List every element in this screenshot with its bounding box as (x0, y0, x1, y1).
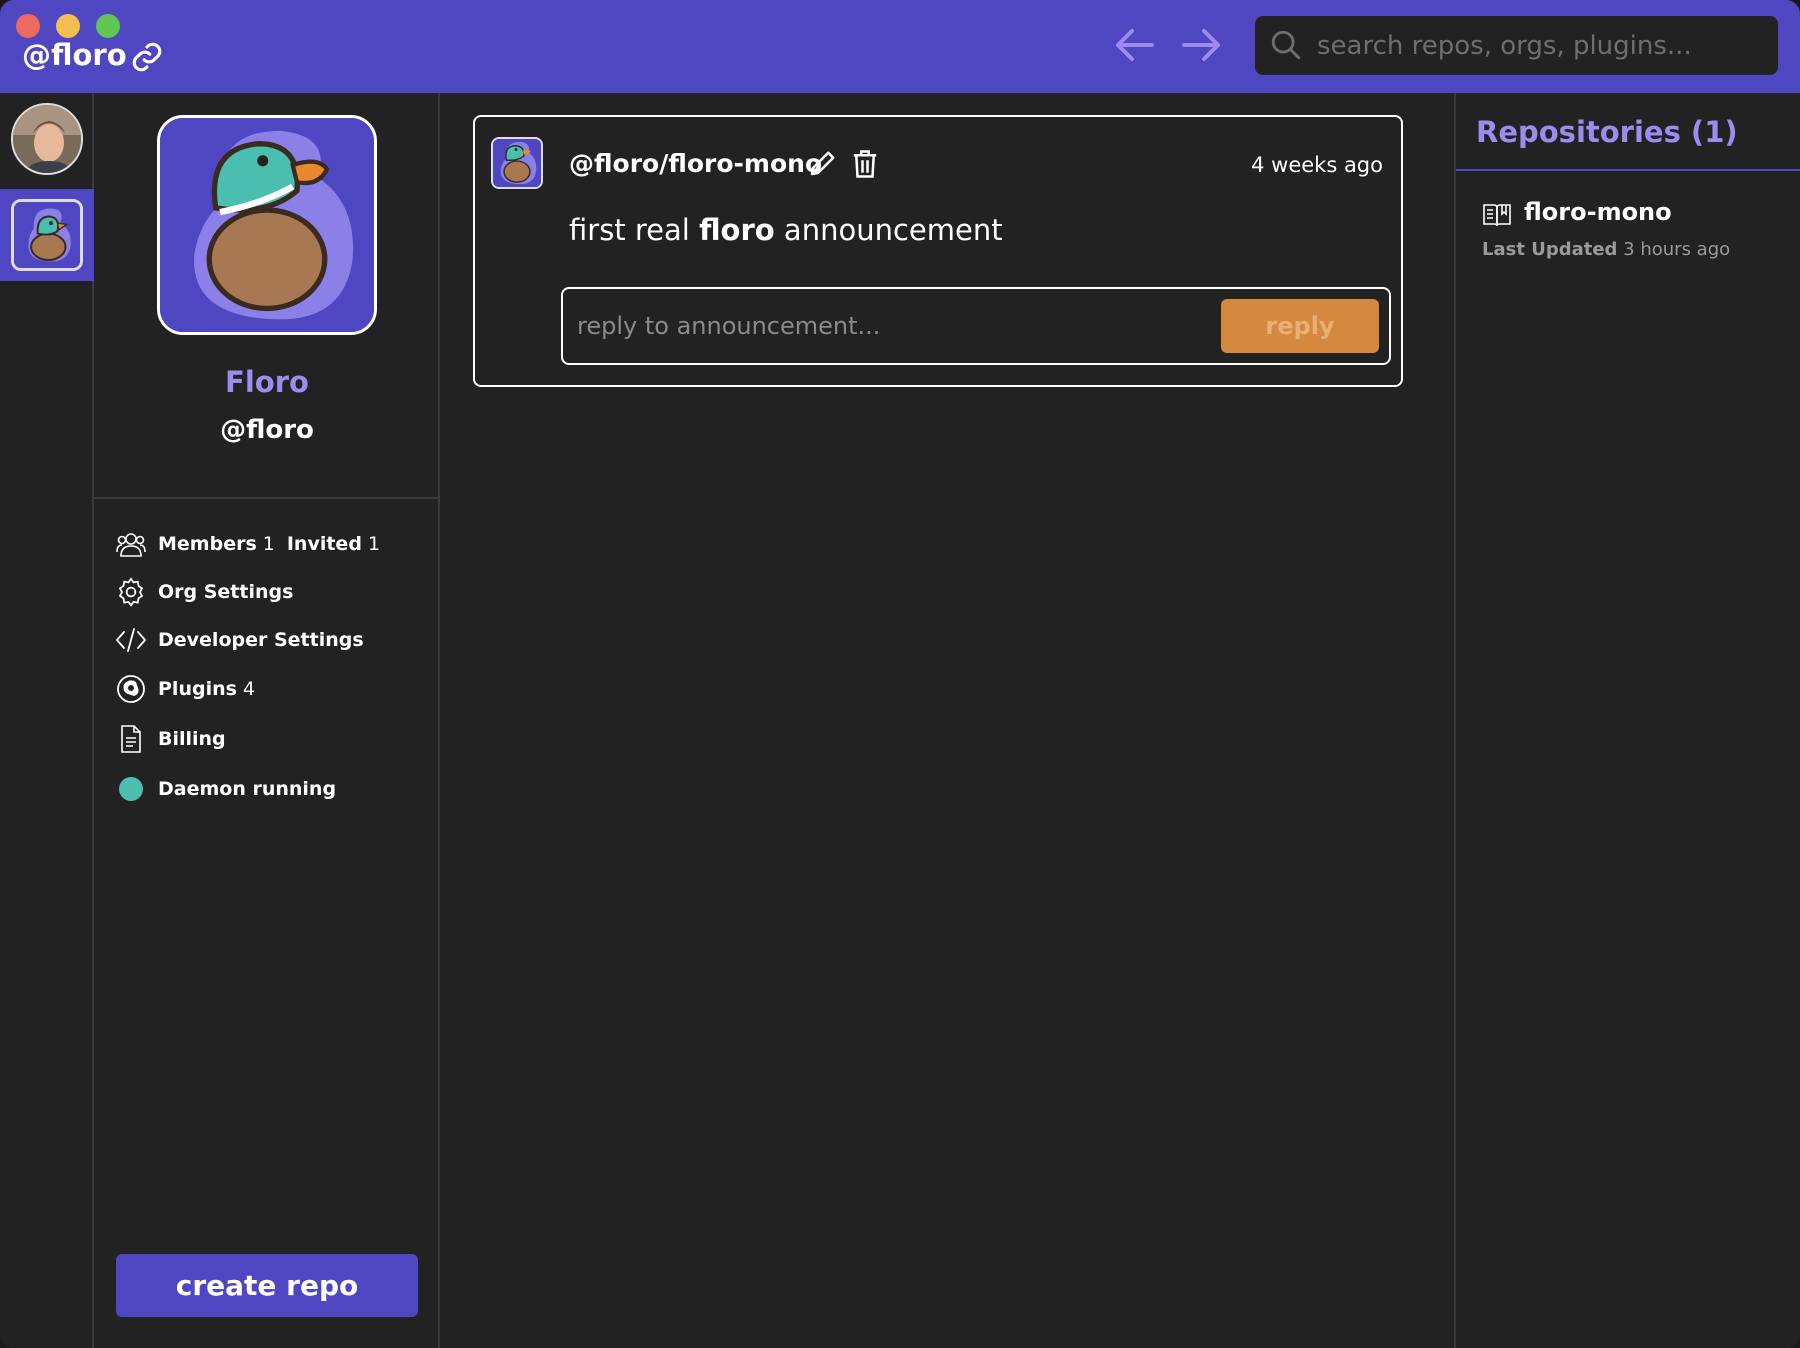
plugin-icon (114, 672, 148, 706)
repo-last-updated-label: Last Updated (1482, 239, 1618, 260)
divider (94, 497, 440, 499)
org-switcher-rail (0, 93, 94, 1348)
maximize-window-button[interactable] (96, 14, 120, 38)
search-icon (1271, 30, 1301, 60)
billing-menu-item[interactable]: Billing (114, 722, 226, 756)
repo-link-floro-mono[interactable]: floro-mono (1524, 198, 1672, 226)
invited-label: Invited (286, 533, 362, 555)
page-title: @floro (22, 38, 127, 72)
plugins-menu-item[interactable]: Plugins 4 (114, 672, 267, 706)
org-settings-menu-item[interactable]: Org Settings (114, 575, 293, 609)
divider (1456, 169, 1800, 171)
title-bar: @floro (0, 0, 1800, 93)
org-handle: @floro (220, 415, 314, 445)
announcement-card: @floro/floro-mono 4 weeks ago first real… (473, 115, 1403, 387)
developer-settings-menu-item[interactable]: Developer Settings (114, 623, 364, 657)
search-box (1255, 16, 1778, 75)
user-avatar[interactable] (11, 103, 83, 175)
back-arrow-icon[interactable] (1112, 26, 1156, 64)
trash-icon[interactable] (851, 149, 879, 179)
org-name: Floro (225, 365, 309, 399)
announcement-timestamp: 4 weeks ago (1251, 153, 1383, 177)
book-icon (1483, 204, 1511, 227)
close-window-button[interactable] (16, 14, 40, 38)
daemon-status-indicator (114, 772, 148, 806)
org-settings-label: Org Settings (158, 581, 294, 603)
repo-last-updated-time: 3 hours ago (1623, 239, 1731, 260)
announcement-avatar[interactable] (491, 137, 543, 189)
reply-button[interactable]: reply (1221, 299, 1379, 353)
app-window: @floro search repos, orgs, plugins... Fl… (0, 0, 1800, 1348)
reply-box: reply (561, 287, 1391, 365)
repo-last-updated: Last Updated 3 hours ago (1482, 239, 1730, 260)
plugins-label: Plugins (158, 678, 237, 700)
org-avatar-small (11, 199, 83, 271)
rail-org-item-floro[interactable] (0, 189, 94, 281)
document-icon (114, 722, 148, 756)
announcement-body-end: announcement (774, 213, 1003, 247)
code-icon (114, 623, 148, 657)
minimize-window-button[interactable] (56, 14, 80, 38)
repositories-panel: Repositories (1) floro-mono Last Updated… (1454, 93, 1800, 1348)
announcement-body-start: first real (569, 213, 700, 247)
daemon-status: Daemon running (114, 772, 336, 806)
members-count: 1 (262, 533, 275, 555)
pencil-icon[interactable] (807, 149, 837, 179)
forward-arrow-icon[interactable] (1180, 26, 1224, 64)
announcements-feed: @floro/floro-mono 4 weeks ago first real… (440, 93, 1454, 1348)
invited-count: 1 (367, 533, 381, 555)
link-icon[interactable] (130, 40, 164, 74)
reply-input[interactable] (577, 289, 1217, 363)
plugins-count: 4 (242, 678, 256, 700)
daemon-status-label: Daemon running (158, 778, 337, 800)
members-menu-item[interactable]: Members 1 Invited 1 (114, 527, 392, 561)
billing-label: Billing (158, 728, 226, 750)
search-input[interactable] (1317, 16, 1767, 75)
members-label: Members (158, 533, 257, 555)
members-icon (114, 527, 148, 561)
gear-icon (114, 575, 148, 609)
announcement-body-bold: floro (699, 213, 775, 247)
create-repo-button[interactable]: create repo (116, 1254, 418, 1317)
developer-settings-label: Developer Settings (158, 629, 364, 651)
org-sidebar: Floro @floro Members 1 Invited 1 Org Set… (94, 93, 440, 1348)
announcement-repo-link[interactable]: @floro/floro-mono (569, 149, 822, 178)
announcement-body: first real floro announcement (569, 213, 1003, 247)
repositories-title: Repositories (1) (1476, 115, 1738, 149)
org-avatar (157, 115, 377, 335)
